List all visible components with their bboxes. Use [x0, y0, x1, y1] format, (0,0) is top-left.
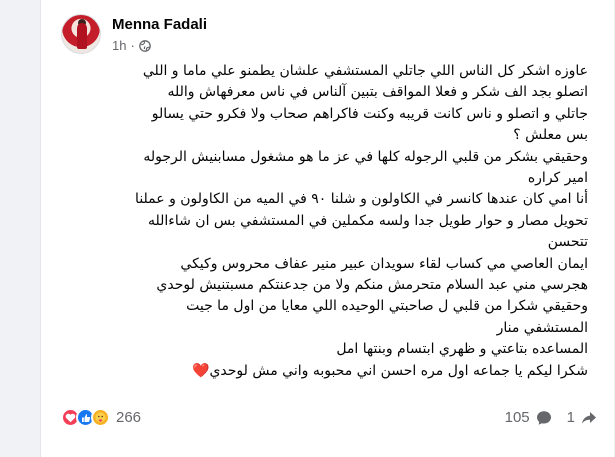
share-count-value: 1 [566, 409, 575, 426]
post-line: تتحسن [547, 234, 588, 251]
post-line: عاوزه اشكر كل الناس اللي جاتلي المستشفي … [142, 63, 588, 79]
post-body: عاوزه اشكر كل الناس اللي جاتلي المستشفي … [58, 61, 588, 382]
care-reaction-icon [91, 408, 110, 427]
post-time[interactable]: 1h [112, 37, 126, 54]
comment-count[interactable]: 105 [505, 409, 553, 427]
post-line: جاتلي و اتصلو و ناس كانت قريبه وكنت فاكر… [151, 105, 588, 122]
heart-emoji: ❤️ [192, 362, 210, 379]
post-line: المستشفي منار [496, 319, 588, 336]
reactions-summary[interactable]: 266 [61, 408, 141, 427]
post-line: اتصلو بجد الف شكر و فعلا المواقف بتبين آ… [167, 84, 588, 101]
share-icon [582, 411, 596, 424]
post-last-line: شكرا ليكم يا جماعه اول مره احسن اني محبو… [58, 361, 588, 382]
post-header: Menna Fadali 1h · [61, 14, 207, 54]
share-count[interactable]: 1 [567, 409, 598, 427]
post-meta: Menna Fadali 1h · [112, 15, 207, 54]
post-line: بس معلش ؟ [513, 127, 588, 144]
post-line: المساعده بتاعتي و ظهري ابتسام وبنتها امل [336, 341, 588, 358]
avatar[interactable] [61, 14, 101, 54]
separator-dot: · [130, 38, 135, 53]
comment-count-value: 105 [504, 409, 530, 426]
post-card: Menna Fadali 1h · عاوزه اشكر كل الناس ال… [40, 0, 614, 457]
post-line: أنا امي كان عندها كانسر في الكاولون و شل… [135, 191, 588, 208]
engagement-stats: 105 1 [491, 409, 598, 427]
post-line: ايمان العاصي مي كساب لقاء سويدان عبير من… [180, 255, 588, 272]
post-line: وحقيقي شكرا من قلبي ل صاحبتي الوحيده الل… [186, 298, 588, 315]
author-name[interactable]: Menna Fadali [112, 15, 207, 34]
post-line: تحويل مصار و حوار طويل جدا ولسه مكملين ف… [147, 212, 588, 229]
post-line: هجرسي مني عبد السلام متحرمش منكم ولا من … [156, 277, 588, 294]
post-line: شكرا ليكم يا جماعه اول مره احسن اني محبو… [209, 362, 588, 379]
comment-icon [536, 410, 551, 425]
post-line: امير كراره [527, 170, 588, 187]
post-line: وحقيقي بشكر من قلبي الرجوله كلها في عز م… [143, 148, 588, 165]
post-footer: 266 105 1 [61, 408, 598, 427]
globe-icon[interactable] [138, 39, 151, 52]
post-subtitle: 1h · [112, 37, 207, 54]
reaction-count[interactable]: 266 [116, 409, 141, 426]
